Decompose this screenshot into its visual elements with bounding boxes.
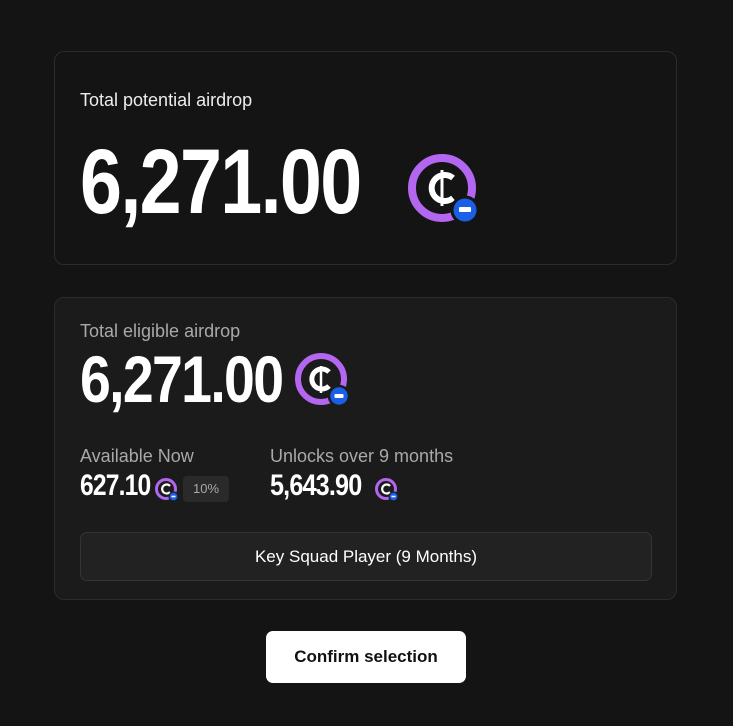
c-coin-icon xyxy=(375,478,399,502)
airdrop-page: Total potential airdrop 6,271.00 Total e… xyxy=(0,0,733,726)
available-now-label: Available Now xyxy=(80,446,194,466)
confirm-selection-button[interactable]: Confirm selection xyxy=(266,631,466,683)
potential-airdrop-amount: 6,271.00 xyxy=(80,131,362,233)
unlocks-label: Unlocks over 9 months xyxy=(270,446,454,466)
c-coin-icon xyxy=(295,353,351,408)
available-now-amount: 627.10 xyxy=(80,469,151,502)
c-coin-icon xyxy=(155,478,179,502)
plan-option-key-squad-player[interactable]: Key Squad Player (9 Months) xyxy=(80,532,652,581)
eligible-airdrop-label: Total eligible airdrop xyxy=(80,321,241,341)
potential-airdrop-label: Total potential airdrop xyxy=(80,90,253,110)
available-percent-badge: 10% xyxy=(183,476,229,502)
c-coin-icon xyxy=(408,154,480,225)
unlocks-amount: 5,643.90 xyxy=(270,469,362,502)
eligible-airdrop-amount: 6,271.00 xyxy=(80,342,284,416)
